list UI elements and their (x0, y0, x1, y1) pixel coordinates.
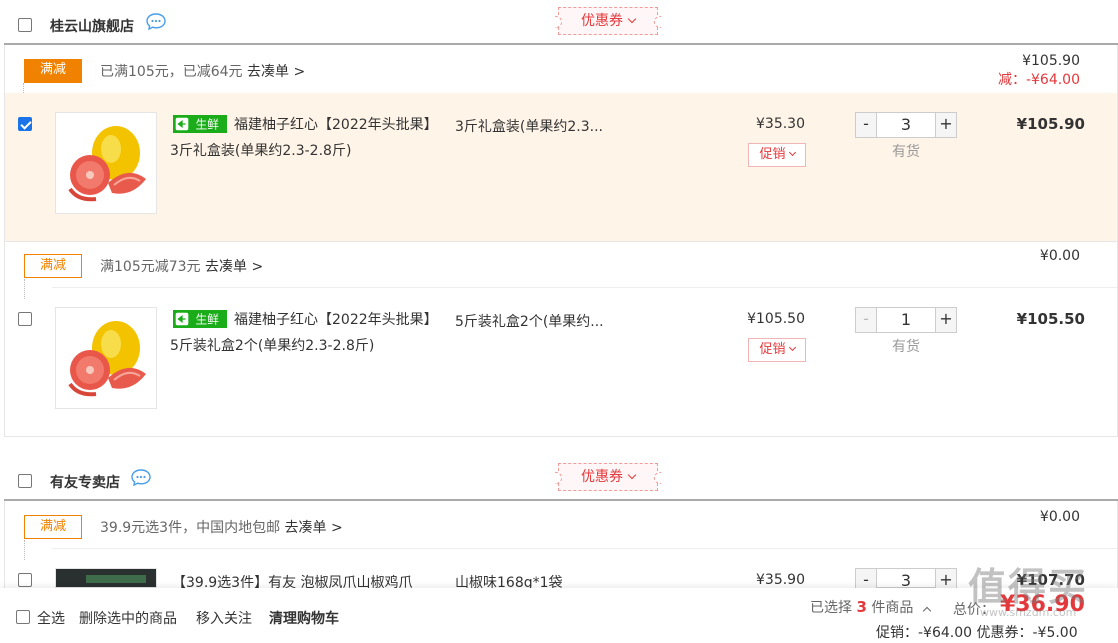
promo-button[interactable]: 促销 (748, 143, 806, 167)
go-add-link[interactable]: 去凑单 > (285, 520, 343, 536)
quantity-stepper[interactable]: - 3 + (855, 112, 957, 138)
promo-tag: 满减 (23, 59, 82, 103)
promo-text: 满105元减73元 去凑单 > (100, 256, 263, 276)
fresh-icon: 生鲜 (173, 310, 227, 328)
row-divider (52, 548, 1117, 549)
shop1-checkbox[interactable] (18, 18, 32, 32)
chevron-down-icon (788, 148, 796, 157)
shop2-name[interactable]: 有友专卖店 (50, 472, 120, 492)
promo-desc: 已满105元，已减64元 (100, 64, 243, 80)
select-all-checkbox[interactable] (16, 610, 30, 624)
chevron-down-icon (788, 343, 796, 352)
pomelo-image (68, 321, 146, 397)
product-spec: 5斤装礼盒2个(单果约... (455, 314, 604, 330)
product-spec: 3斤礼盒装(单果约2.3... (455, 119, 603, 135)
item-subtotal: ¥105.50 (1016, 310, 1085, 328)
coupon-label: 优惠券 (581, 13, 623, 29)
chevron-up-icon (922, 606, 932, 616)
discount-summary: 促销：-¥64.00 优惠券：-¥5.00 (876, 625, 1078, 641)
shop2-coupon-button[interactable]: 优惠券 (555, 463, 661, 491)
go-add-link[interactable]: 去凑单 > (205, 259, 263, 275)
promo-button-label: 促销 (759, 147, 786, 162)
delete-selected-link[interactable]: 删除选中的商品 (79, 608, 177, 628)
decrease-button[interactable]: - (856, 113, 876, 137)
promo-text: 已满105元，已减64元 去凑单 > (100, 61, 305, 81)
selected-prefix: 已选择 (810, 600, 852, 616)
row-divider (5, 241, 1117, 242)
go-add-link[interactable]: 去凑单 > (247, 64, 305, 80)
selected-number: 3 (856, 598, 867, 616)
product-title[interactable]: 生鲜 福建柚子红心【2022年头批果】 3斤礼盒装(单果约2.3-2.8斤) (170, 112, 438, 164)
quantity-value[interactable]: 1 (876, 308, 936, 332)
select-all-label[interactable]: 全选 (37, 608, 65, 628)
increase-button[interactable]: + (936, 308, 956, 332)
pomelo-image (68, 126, 146, 202)
shop2-checkbox[interactable] (18, 474, 32, 488)
decrease-button[interactable]: - (856, 308, 876, 332)
item3-checkbox[interactable] (18, 573, 32, 587)
clear-cart-link[interactable]: 清理购物车 (269, 608, 339, 628)
promo-button-label: 促销 (759, 342, 786, 357)
fresh-icon: 生鲜 (173, 115, 227, 133)
promo-text: 39.9元选3件，中国内地包邮 去凑单 > (100, 517, 343, 537)
unit-price: ¥35.90 (756, 572, 805, 588)
quantity-stepper[interactable]: - 3 + (855, 568, 957, 593)
group-reduce: 减：-¥64.00 (997, 72, 1080, 88)
item1-checkbox[interactable] (18, 117, 32, 131)
chevron-down-icon (627, 14, 637, 24)
product-image[interactable] (55, 307, 157, 409)
move-to-follow-link[interactable]: 移入关注 (196, 608, 252, 628)
unit-price: ¥35.30 (756, 116, 805, 132)
quantity-stepper[interactable]: - 1 + (855, 307, 957, 333)
shop1-name[interactable]: 桂云山旗舰店 (50, 16, 134, 36)
group-total: ¥0.00 (1039, 248, 1080, 264)
item2-checkbox[interactable] (18, 312, 32, 326)
row-divider (52, 287, 1117, 288)
watermark: 值得买 (968, 565, 1089, 609)
promo-desc: 39.9元选3件，中国内地包邮 (100, 520, 281, 536)
item-subtotal: ¥105.90 (1016, 115, 1085, 133)
svg-text:生鲜: 生鲜 (196, 118, 220, 132)
svg-text:生鲜: 生鲜 (196, 313, 220, 327)
product-title[interactable]: 生鲜 福建柚子红心【2022年头批果】 5斤装礼盒2个(单果约2.3-2.8斤) (170, 307, 438, 359)
increase-button[interactable]: + (936, 113, 956, 137)
promo-tag: 满减 (24, 254, 82, 299)
stock-status: 有货 (892, 339, 920, 355)
coupon-label: 优惠券 (581, 469, 623, 485)
chat-icon[interactable] (146, 13, 166, 30)
promo-button[interactable]: 促销 (748, 338, 806, 362)
shop1-coupon-button[interactable]: 优惠券 (555, 7, 661, 35)
watermark-url: www.smzdm.com (980, 606, 1077, 619)
stock-status: 有货 (892, 144, 920, 160)
group-total: ¥105.90 (1022, 53, 1080, 69)
unit-price: ¥105.50 (747, 311, 805, 327)
selected-suffix: 件商品 (871, 600, 914, 616)
chat-icon[interactable] (131, 469, 151, 486)
promo-desc: 满105元减73元 (100, 259, 201, 275)
promo-tag: 满减 (24, 515, 82, 560)
checkout-bar: 全选 删除选中的商品 移入关注 清理购物车 已选择 3 件商品 总价： ¥36.… (0, 588, 1118, 643)
product-image[interactable] (55, 568, 157, 588)
group-total: ¥0.00 (1039, 509, 1080, 525)
selected-count[interactable]: 已选择 3 件商品 (810, 597, 932, 617)
quantity-value[interactable]: 3 (876, 569, 936, 590)
quantity-value[interactable]: 3 (876, 113, 936, 137)
chevron-down-icon (627, 470, 637, 480)
product-image-stripe (86, 575, 146, 583)
product-image[interactable] (55, 112, 157, 214)
